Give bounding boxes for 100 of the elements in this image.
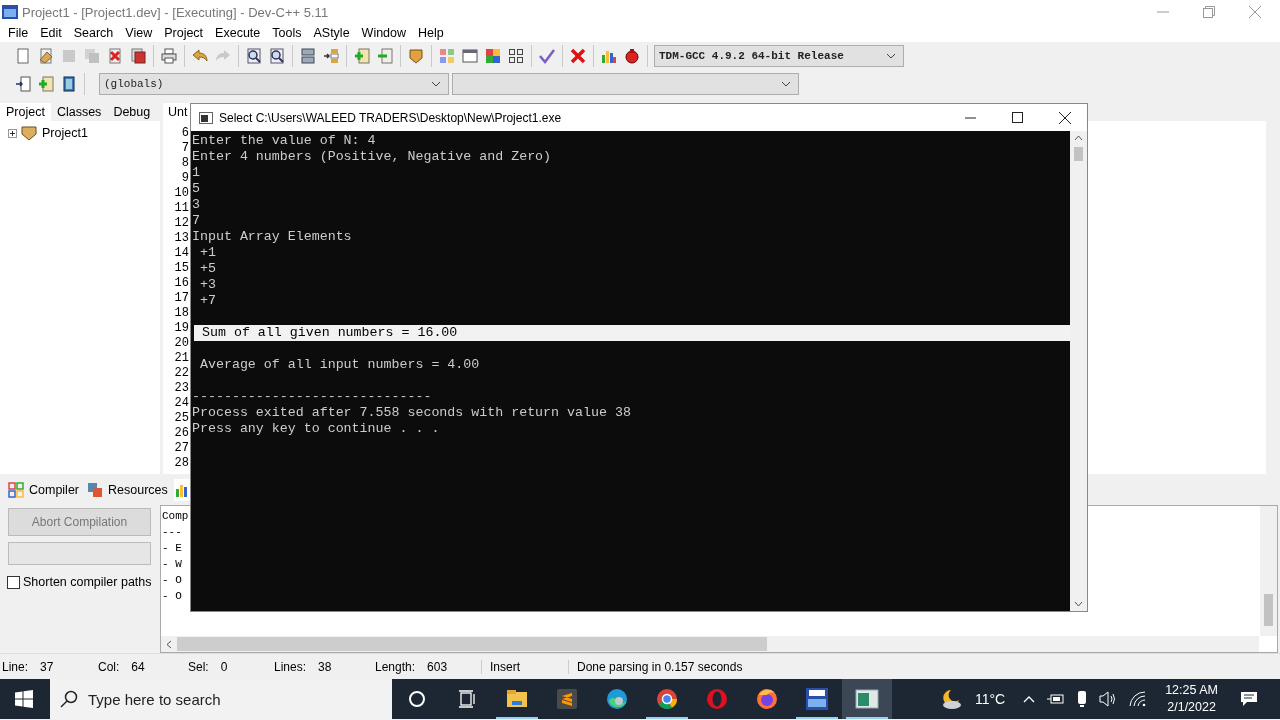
line-number: 24 xyxy=(174,396,189,411)
editor-tab[interactable]: Unt xyxy=(163,103,193,121)
search-icon xyxy=(60,690,78,708)
line-number: 26 xyxy=(174,426,189,441)
line-number: 23 xyxy=(174,381,189,396)
menu-item[interactable]: Search xyxy=(67,26,120,40)
clock-date[interactable]: 2/1/2022 xyxy=(1167,699,1216,716)
printer-icon[interactable] xyxy=(158,45,180,67)
log-line: - O xyxy=(162,589,182,604)
line-number: 25 xyxy=(174,411,189,426)
menu-item[interactable]: Window xyxy=(355,26,413,40)
line-number: 8 xyxy=(181,156,189,171)
log-line: - W xyxy=(162,557,182,572)
panel-tab[interactable]: Compiler xyxy=(6,479,85,501)
app-icon xyxy=(2,4,18,20)
panel-tab[interactable] xyxy=(173,479,191,501)
scrollbar[interactable] xyxy=(1070,131,1087,611)
console-line: +7 xyxy=(198,293,216,309)
scrollbar-thumb[interactable] xyxy=(1264,594,1273,626)
scroll-up-icon[interactable] xyxy=(1074,135,1083,141)
shield-icon xyxy=(21,125,37,141)
line-number: 9 xyxy=(181,171,189,186)
status-value: 37 xyxy=(40,659,54,674)
task-view-icon[interactable] xyxy=(458,690,476,708)
wifi-icon[interactable] xyxy=(1129,691,1148,707)
scope-dropdown[interactable]: (globals) xyxy=(99,73,449,95)
status-value: 64 xyxy=(131,659,145,674)
menu-item[interactable]: Execute xyxy=(209,26,267,40)
line-number: 20 xyxy=(174,336,189,351)
menu-item[interactable]: Project xyxy=(158,26,210,40)
line-number: 10 xyxy=(174,186,189,201)
menu-item[interactable]: File xyxy=(2,26,35,40)
menu-item[interactable]: View xyxy=(119,26,159,40)
scrollbar[interactable] xyxy=(161,636,1259,652)
expand-icon[interactable] xyxy=(8,128,17,138)
log-line: Comp xyxy=(162,509,189,524)
scrollbar-thumb[interactable] xyxy=(177,637,767,651)
clock-time[interactable]: 12:25 AM xyxy=(1165,682,1218,699)
chevron-up-icon[interactable] xyxy=(1023,695,1036,703)
menu-item[interactable]: Edit xyxy=(34,26,68,40)
log-line: - E xyxy=(162,541,182,556)
battery-icon[interactable] xyxy=(1047,693,1066,705)
status-label: Insert xyxy=(490,659,520,674)
scrollbar-thumb[interactable] xyxy=(1074,147,1083,161)
line-number: 22 xyxy=(174,366,189,381)
checkbox[interactable] xyxy=(7,575,20,589)
line-number: 15 xyxy=(174,261,189,276)
panel-tab[interactable]: Resources xyxy=(85,479,174,501)
chevron-down-icon xyxy=(781,81,791,87)
status-label: Done parsing in 0.157 seconds xyxy=(577,659,743,674)
menu-item[interactable]: Help xyxy=(412,26,450,40)
console-line: +3 xyxy=(198,277,216,293)
line-number: 16 xyxy=(174,276,189,291)
line-number: 19 xyxy=(174,321,189,336)
line-number: 14 xyxy=(174,246,189,261)
panel-tab[interactable]: Classes xyxy=(50,103,108,121)
log-line: --- xyxy=(162,525,182,540)
console-line: Process exited after 7.558 seconds with return value 38 xyxy=(191,405,631,421)
scrollbar[interactable] xyxy=(1260,506,1277,636)
line-number: 11 xyxy=(174,201,189,216)
chevron-down-icon xyxy=(431,81,441,87)
menu-item[interactable]: Tools xyxy=(266,26,308,40)
console-app-icon[interactable] xyxy=(842,679,892,719)
line-number: 13 xyxy=(174,231,189,246)
cortana-icon[interactable] xyxy=(408,690,426,708)
tree-item[interactable]: Project1 xyxy=(42,126,88,140)
compiler-dropdown[interactable]: TDM-GCC 4.9.2 64-bit Release xyxy=(654,45,904,67)
line-number: 21 xyxy=(174,351,189,366)
status-value: 38 xyxy=(318,659,332,674)
panel-tab[interactable]: Debug xyxy=(107,103,157,121)
restore-icon[interactable] xyxy=(1203,6,1215,18)
menu-item[interactable]: AStyle xyxy=(307,26,356,40)
console-line: Press any key to continue . . . xyxy=(191,421,440,437)
console-line: 5 xyxy=(191,181,200,197)
status-value: 0 xyxy=(220,659,228,674)
temperature[interactable]: 11°C xyxy=(974,691,1006,707)
log-line: - O xyxy=(162,573,182,588)
speaker-icon[interactable] xyxy=(1099,691,1118,707)
scroll-left-icon[interactable] xyxy=(166,639,172,649)
close-icon[interactable] xyxy=(1059,111,1071,124)
notification-icon[interactable] xyxy=(1240,691,1258,707)
line-number: 18 xyxy=(174,306,189,321)
status-label: Lines: xyxy=(274,659,307,674)
checkbox-label: Shorten compiler paths xyxy=(23,575,152,589)
console-icon xyxy=(199,111,213,124)
start-icon[interactable] xyxy=(15,690,33,708)
console-line: ------------------------------ xyxy=(191,389,432,405)
console-line: 7 xyxy=(191,213,200,229)
microphone-icon[interactable] xyxy=(1077,690,1088,708)
line-number: 6 xyxy=(181,126,189,141)
search-field[interactable]: Type here to search xyxy=(50,679,392,719)
status-value: 603 xyxy=(427,659,448,674)
status-label: Sel: xyxy=(188,659,209,674)
line-number: 27 xyxy=(174,441,189,456)
console-line: 3 xyxy=(191,197,200,213)
maximize-icon[interactable] xyxy=(1012,111,1024,124)
console-line: Input Array Elements xyxy=(191,229,352,245)
scroll-down-icon[interactable] xyxy=(1074,601,1083,607)
line-number: 17 xyxy=(174,291,189,306)
panel-tab[interactable]: Project xyxy=(0,103,51,121)
